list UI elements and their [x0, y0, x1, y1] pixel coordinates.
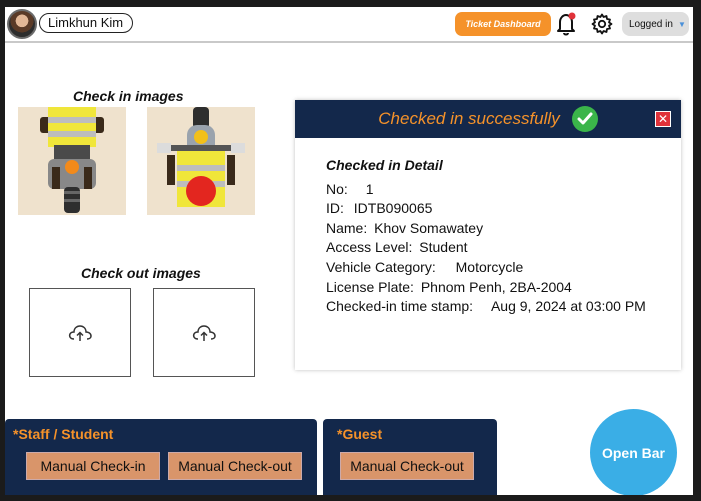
ticket-dashboard-button[interactable]: Ticket Dashboard — [455, 12, 551, 36]
checkin-image-front[interactable] — [18, 107, 126, 215]
checkin-image-back[interactable] — [147, 107, 255, 215]
plate-label: License Plate: — [326, 278, 414, 295]
card-header: Checked in successfully ✕ — [295, 100, 681, 138]
detail-row-no: No: 1 — [326, 180, 646, 200]
close-icon[interactable]: ✕ — [655, 111, 671, 127]
vehicle-label: Vehicle Category: — [326, 258, 436, 275]
chevron-down-icon: ▼ — [677, 19, 686, 29]
gear-icon[interactable] — [590, 12, 614, 36]
success-title: Checked in successfully — [378, 109, 560, 128]
detail-heading: Checked in Detail — [326, 157, 443, 173]
avatar[interactable] — [7, 9, 37, 39]
staff-student-panel: *Staff / Student Manual Check-in Manual … — [5, 419, 317, 495]
time-value: Aug 9, 2024 at 03:00 PM — [490, 298, 646, 315]
checkmark-icon — [571, 106, 598, 132]
id-value: IDTB090065 — [353, 200, 433, 217]
checkin-success-card: Checked in successfully ✕ Checked in Det… — [295, 100, 681, 370]
guest-manual-checkout-button[interactable]: Manual Check-out — [340, 452, 474, 480]
top-bar: Limkhun Kim Ticket Dashboard Logged in ▼ — [5, 7, 693, 43]
user-name-pill[interactable]: Limkhun Kim — [39, 13, 133, 33]
detail-row-id: ID: IDTB090065 — [326, 199, 646, 219]
detail-row-plate: License Plate: Phnom Penh, 2BA-2004 — [326, 278, 646, 298]
no-label: No: — [326, 180, 348, 197]
login-status-dropdown[interactable]: Logged in ▼ — [622, 12, 689, 36]
app-window: Limkhun Kim Ticket Dashboard Logged in ▼… — [5, 7, 693, 495]
plate-value: Phnom Penh, 2BA-2004 — [420, 278, 572, 295]
time-label: Checked-in time stamp: — [326, 298, 474, 315]
detail-row-vehicle: Vehicle Category: Motorcycle — [326, 258, 646, 278]
name-label: Name: — [326, 219, 368, 236]
access-label: Access Level: — [326, 239, 413, 256]
open-bar-button[interactable]: Open Bar — [590, 409, 677, 495]
checkout-upload-box-2[interactable] — [153, 288, 255, 377]
detail-row-name: Name: Khov Somawatey — [326, 219, 646, 239]
no-value: 1 — [365, 180, 374, 197]
upload-cloud-icon — [192, 324, 216, 341]
upload-cloud-icon — [68, 324, 92, 341]
bell-icon[interactable] — [554, 11, 578, 37]
checkout-upload-box-1[interactable] — [29, 288, 131, 377]
vehicle-value: Motorcycle — [455, 258, 524, 275]
name-value: Khov Somawatey — [374, 219, 484, 236]
guest-panel: *Guest Manual Check-out — [323, 419, 497, 495]
staff-student-title: *Staff / Student — [13, 426, 114, 442]
detail-row-access: Access Level: Student — [326, 238, 646, 258]
access-value: Student — [419, 239, 468, 256]
detail-row-time: Checked-in time stamp: Aug 9, 2024 at 03… — [326, 297, 646, 317]
checkin-detail: Checked in Detail No: 1 ID: IDTB090065 N… — [326, 156, 646, 317]
checkin-images-title: Check in images — [73, 88, 184, 104]
id-label: ID: — [326, 200, 344, 217]
staff-manual-checkout-button[interactable]: Manual Check-out — [168, 452, 302, 480]
manual-checkin-button[interactable]: Manual Check-in — [26, 452, 160, 480]
login-status-label: Logged in — [629, 18, 673, 30]
guest-title: *Guest — [337, 426, 383, 442]
checkout-images-title: Check out images — [81, 265, 201, 281]
